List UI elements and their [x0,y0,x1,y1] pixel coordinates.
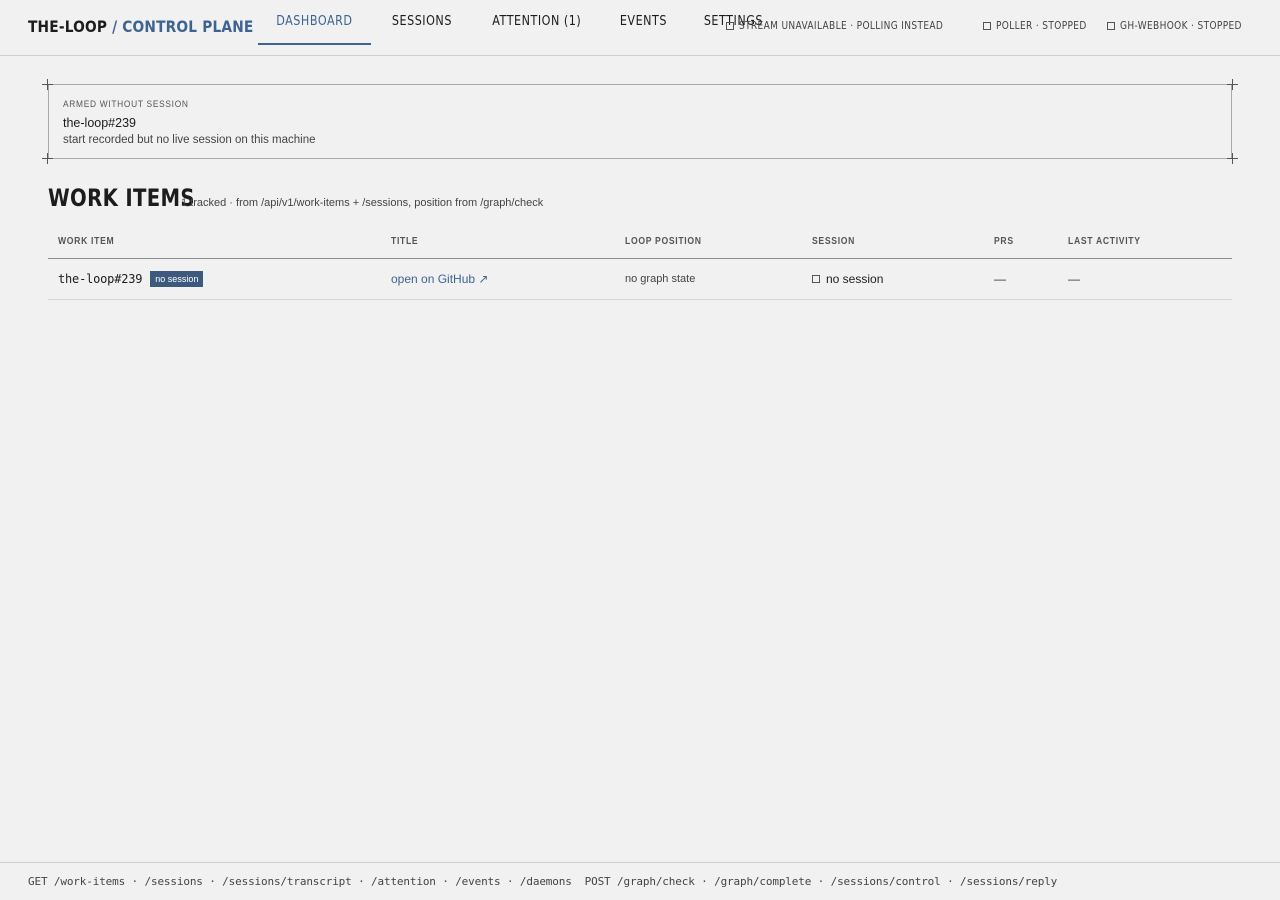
top-bar: THE-LOOP / CONTROL PLANE DASHBOARD SESSI… [0,0,1280,56]
square-icon [1107,22,1116,30]
tab-attention[interactable]: ATTENTION (1) [473,0,601,45]
table-header: WORK ITEM TITLE LOOP POSITION SESSION PR… [48,226,1232,259]
work-items-table: WORK ITEM TITLE LOOP POSITION SESSION PR… [48,226,1232,300]
brand-name: THE-LOOP [28,17,108,36]
corner-crosshair-icon [1227,153,1238,164]
armed-description: start recorded but no live session on th… [63,134,316,146]
main-nav: DASHBOARD SESSIONS ATTENTION (1) EVENTS … [258,0,784,56]
stream-status: STREAM UNAVAILABLE · POLLING INSTEAD [726,20,966,32]
daemon-status: STREAM UNAVAILABLE · POLLING INSTEAD POL… [726,20,1252,32]
github-link[interactable]: open on GitHub ↗ [391,272,488,286]
square-icon [726,22,735,30]
column-header-work-item: WORK ITEM [58,236,115,247]
tab-label: SESSIONS [391,14,452,29]
status-badge: no session [150,271,204,287]
column-header-loop-position: LOOP POSITION [625,236,702,247]
work-item-id[interactable]: the-loop#239 [58,272,142,286]
last-activity-value: — [1068,272,1080,286]
status-label: GH-WEBHOOK · STOPPED [1120,20,1243,32]
status-label: POLLER · STOPPED [995,20,1087,32]
column-header-title: TITLE [391,236,419,247]
table-row[interactable]: the-loop#239 no session open on GitHub ↗… [48,259,1232,300]
tab-sessions[interactable]: SESSIONS [375,0,469,45]
section-subtitle: 1 tracked · from /api/v1/work-items + /s… [181,197,544,209]
webhook-status: GH-WEBHOOK · STOPPED [1107,20,1252,32]
brand-suffix: / CONTROL PLANE [107,17,254,36]
square-icon [812,275,820,283]
session-value: no session [826,272,884,286]
panel-kicker: ARMED WITHOUT SESSION [63,99,189,110]
corner-crosshair-icon [42,153,53,164]
app-title[interactable]: THE-LOOP / CONTROL PLANE [28,17,253,36]
column-header-last-activity: LAST ACTIVITY [1068,236,1141,247]
tab-dashboard[interactable]: DASHBOARD [258,0,371,45]
tab-events[interactable]: EVENTS [604,0,683,45]
prs-cell: — [994,259,1006,299]
work-item-cell: the-loop#239 no session [58,259,204,299]
panel-border [1231,85,1232,158]
column-header-session: SESSION [812,236,856,247]
prs-value: — [994,272,1006,286]
tab-label: DASHBOARD [276,14,353,29]
square-icon [982,22,991,30]
tab-label: ATTENTION (1) [491,14,581,29]
session-status: no session [812,272,883,286]
loop-position-value: no graph state [625,273,696,285]
corner-crosshair-icon [42,79,53,90]
corner-crosshair-icon [1227,79,1238,90]
api-footer: GET /work-items · /sessions · /sessions/… [0,862,1280,900]
tab-label: EVENTS [619,14,668,29]
title-cell: open on GitHub ↗ [391,259,488,299]
armed-work-item-id[interactable]: the-loop#239 [63,116,136,130]
status-label: STREAM UNAVAILABLE · POLLING INSTEAD [739,20,944,32]
armed-without-session-panel: ARMED WITHOUT SESSION the-loop#239 start… [42,79,1238,164]
session-cell: no session [812,259,883,299]
page-title: WORK ITEMS [48,184,195,212]
panel-border [48,85,49,158]
api-endpoints: GET /work-items · /sessions · /sessions/… [28,875,1058,888]
last-activity-cell: — [1068,259,1080,299]
column-header-prs: PRS [994,236,1014,247]
poller-status: POLLER · STOPPED [982,20,1091,32]
loop-position-cell: no graph state [625,259,695,299]
